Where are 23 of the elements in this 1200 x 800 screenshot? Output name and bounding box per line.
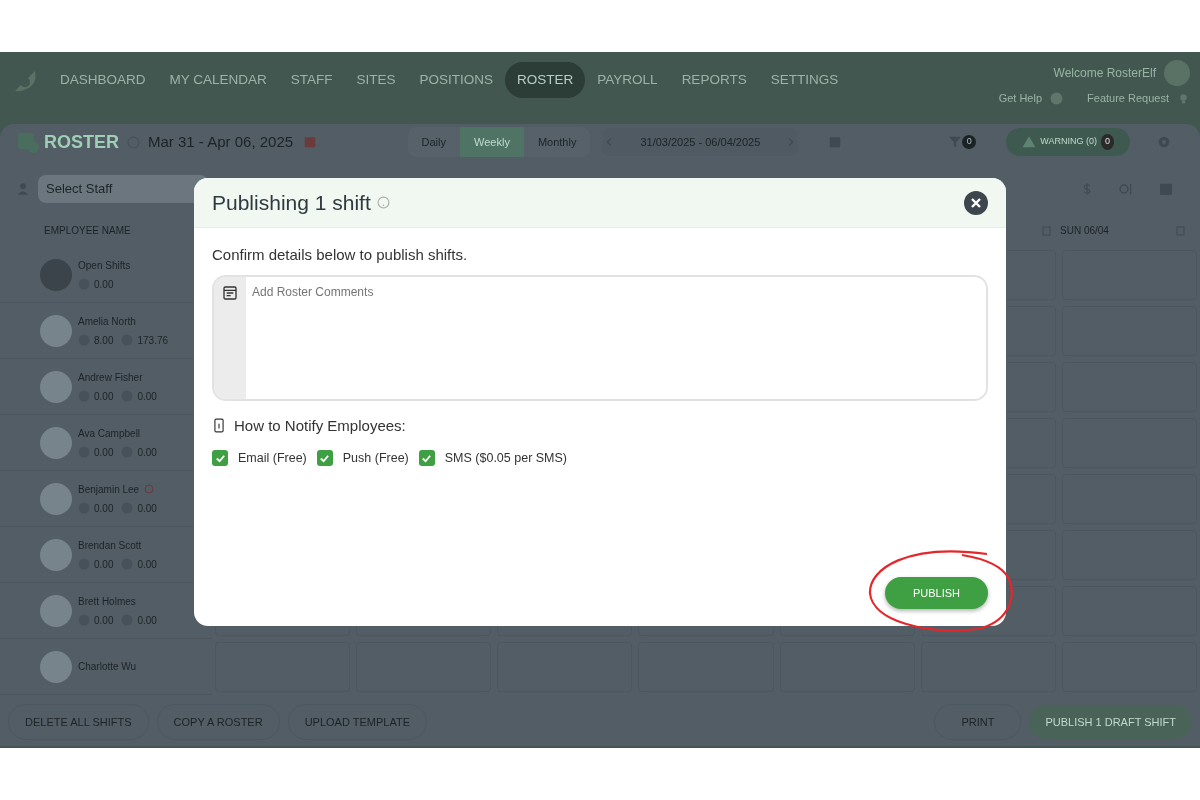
employee-name: Brendan Scott bbox=[78, 538, 142, 553]
employee-name: Open Shifts bbox=[78, 258, 131, 273]
warning-label: WARNING (0) bbox=[1040, 135, 1097, 149]
column-header: EMPLOYEE NAME bbox=[44, 223, 132, 238]
pay-value: 173.76 bbox=[137, 333, 169, 348]
warning-count: 0 bbox=[1101, 134, 1114, 150]
employee-name: Brett Holmes bbox=[78, 594, 136, 609]
welcome-text: Welcome RosterElf bbox=[1053, 65, 1156, 82]
employee-name: Andrew Fisher bbox=[78, 370, 143, 385]
employee-name: Ava Campbell bbox=[78, 426, 141, 441]
column-header: SUN 06/04 bbox=[1060, 223, 1109, 238]
employee-name: Amelia North bbox=[78, 314, 136, 329]
dialog-title: Publishing 1 shift bbox=[212, 189, 371, 216]
checkbox-label: Email (Free) bbox=[238, 450, 307, 467]
filter-count: 0 bbox=[962, 135, 977, 149]
date-range: Mar 31 - Apr 06, 2025 bbox=[148, 131, 294, 152]
checkbox-label: SMS ($0.05 per SMS) bbox=[444, 450, 568, 467]
checkbox-label: Push (Free) bbox=[342, 450, 409, 467]
notify-label: How to Notify Employees: bbox=[234, 415, 406, 436]
dialog-subtitle: Confirm details below to publish shifts. bbox=[212, 245, 469, 265]
page-title: ROSTER bbox=[44, 130, 119, 154]
employee-name: Benjamin Lee bbox=[78, 482, 140, 497]
hours-value: 8.00 bbox=[94, 333, 114, 348]
